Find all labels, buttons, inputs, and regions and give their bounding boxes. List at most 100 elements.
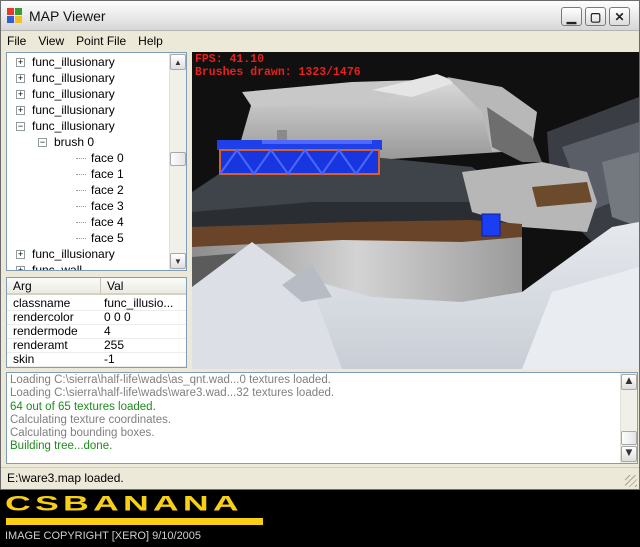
tree-scrollbar[interactable]: ▲ ▼	[169, 53, 186, 270]
property-val[interactable]: 255	[104, 339, 124, 352]
property-val[interactable]: -1	[104, 353, 115, 366]
column-header-arg[interactable]: Arg	[7, 278, 101, 295]
tree-item[interactable]: + func_illusionary	[16, 246, 115, 262]
tree-item-label: func_illusionary	[32, 103, 115, 117]
banner: CSBANANA IMAGE COPYRIGHT [XERO] 9/10/200…	[0, 490, 640, 547]
tree-connector	[76, 173, 86, 175]
status-bar: E:\ware3.map loaded.	[1, 467, 639, 489]
collapse-icon[interactable]: −	[16, 121, 25, 131]
log-line: Calculating bounding boxes.	[10, 427, 155, 440]
tree-item-label: func_wall	[32, 263, 83, 271]
property-row[interactable]: rendercolor 0 0 0	[7, 310, 186, 325]
status-text: E:\ware3.map loaded.	[7, 471, 124, 485]
tree-item[interactable]: + func_illusionary	[16, 70, 115, 86]
tree-item-label: func_illusionary	[32, 87, 115, 101]
log-scroll-down-button[interactable]: ▼	[621, 446, 637, 462]
menu-view[interactable]: View	[38, 34, 64, 48]
arrow-down-icon: ▼	[623, 447, 635, 460]
tree-item-label: face 1	[91, 167, 124, 181]
menu-help[interactable]: Help	[138, 34, 163, 48]
maximize-button[interactable]: ▢	[585, 7, 606, 26]
tree-item-label: face 2	[91, 183, 124, 197]
expand-icon[interactable]: +	[16, 249, 25, 259]
property-arg: renderamt	[13, 338, 68, 352]
tree-item[interactable]: face 2	[76, 182, 124, 198]
menu-point-file[interactable]: Point File	[76, 34, 126, 48]
entity-tree[interactable]: + func_illusionary + func_illusionary + func_…	[6, 52, 187, 271]
log-line: Loading C:\sierra\half-life\wads\as_qnt.…	[10, 374, 331, 386]
scroll-down-button[interactable]: ▼	[170, 253, 186, 269]
close-button[interactable]: ✕	[609, 7, 630, 26]
tree-item[interactable]: − brush 0	[38, 134, 94, 150]
resize-grip-icon[interactable]	[625, 475, 637, 487]
arrow-up-icon: ▲	[174, 57, 182, 67]
property-val[interactable]: func_illusio...	[104, 297, 173, 310]
tree-item[interactable]: face 4	[76, 214, 124, 230]
tree-connector	[76, 237, 86, 239]
expand-icon[interactable]: +	[16, 57, 25, 67]
tree-item[interactable]: + func_illusionary	[16, 86, 115, 102]
menu-bar: File View Point File Help	[1, 31, 639, 51]
tree-item[interactable]: face 0	[76, 150, 124, 166]
expand-icon[interactable]: +	[16, 105, 25, 115]
collapse-icon[interactable]: −	[38, 137, 47, 147]
tree-item[interactable]: + func_wall	[16, 262, 83, 271]
tree-item-label: func_illusionary	[32, 247, 115, 261]
log-console[interactable]: Loading C:\sierra\half-life\wads\as_qnt.…	[6, 372, 638, 464]
property-row[interactable]: classname func_illusio...	[7, 296, 186, 311]
window-title: MAP Viewer	[29, 7, 106, 24]
tree-item[interactable]: + func_illusionary	[16, 102, 115, 118]
tree-item[interactable]: + func_illusionary	[16, 54, 115, 70]
scroll-thumb[interactable]	[170, 152, 186, 166]
tree-item-label: face 3	[91, 199, 124, 213]
log-scroll-thumb[interactable]	[621, 431, 637, 445]
close-icon: ✕	[614, 9, 625, 24]
property-arg: classname	[13, 296, 71, 310]
property-arg: rendermode	[13, 324, 78, 338]
maximize-icon: ▢	[589, 9, 602, 24]
expand-icon[interactable]: +	[16, 89, 25, 99]
fps-readout: FPS: 41.10	[195, 53, 265, 66]
property-row[interactable]: skin -1	[7, 352, 186, 367]
app-icon	[7, 7, 23, 24]
property-arg: rendercolor	[13, 310, 74, 324]
expand-icon[interactable]: +	[16, 73, 25, 83]
menu-file[interactable]: File	[7, 34, 26, 48]
log-scroll-up-button[interactable]: ▲	[621, 374, 637, 390]
title-bar[interactable]: MAP Viewer ▁ ▢ ✕	[1, 1, 639, 31]
minimize-button[interactable]: ▁	[561, 7, 582, 26]
tree-item-label: face 4	[91, 215, 124, 229]
column-header-val[interactable]: Val	[101, 278, 186, 295]
minimize-icon: ▁	[566, 9, 577, 24]
properties-grid[interactable]: Arg Val classname func_illusio... renderco…	[6, 277, 187, 368]
tree-item-label: face 0	[91, 151, 124, 165]
tree-connector	[76, 205, 86, 207]
log-line: Loading C:\sierra\half-life\wads\ware3.w…	[10, 387, 335, 400]
brushes-readout: Brushes drawn: 1323/1476	[195, 66, 361, 79]
tree-connector	[76, 157, 86, 159]
property-val[interactable]: 4	[104, 325, 111, 338]
tree-item-label: func_illusionary	[32, 55, 115, 69]
tree-item-label: brush 0	[54, 135, 95, 149]
log-scrollbar[interactable]: ▲ ▼	[620, 373, 637, 463]
expand-icon[interactable]: +	[16, 265, 25, 270]
tree-item-label: func_illusionary	[32, 119, 115, 133]
scroll-up-button[interactable]: ▲	[170, 54, 186, 70]
tree-item[interactable]: face 5	[76, 230, 124, 246]
3d-viewport[interactable]: FPS: 41.10 Brushes drawn: 1323/1476	[192, 52, 639, 369]
copyright-text: IMAGE COPYRIGHT [XERO] 9/10/2005	[5, 530, 202, 542]
property-val[interactable]: 0 0 0	[104, 311, 131, 324]
log-line: Building tree...done.	[10, 440, 113, 453]
log-line: 64 out of 65 textures loaded.	[10, 400, 156, 413]
property-arg: skin	[13, 352, 35, 366]
csbanana-logo: CSBANANA	[5, 491, 243, 516]
tree-connector	[76, 221, 86, 223]
property-row[interactable]: rendermode 4	[7, 324, 186, 339]
tree-item[interactable]: face 1	[76, 166, 124, 182]
tree-item[interactable]: face 3	[76, 198, 124, 214]
tree-item-label: face 5	[91, 231, 124, 245]
app-window: MAP Viewer ▁ ▢ ✕ File View Point File He…	[0, 0, 640, 490]
tree-item[interactable]: − func_illusionary	[16, 118, 115, 134]
property-row[interactable]: renderamt 255	[7, 338, 186, 353]
log-lines: Loading C:\sierra\half-life\wads\as_qnt.…	[10, 374, 634, 454]
